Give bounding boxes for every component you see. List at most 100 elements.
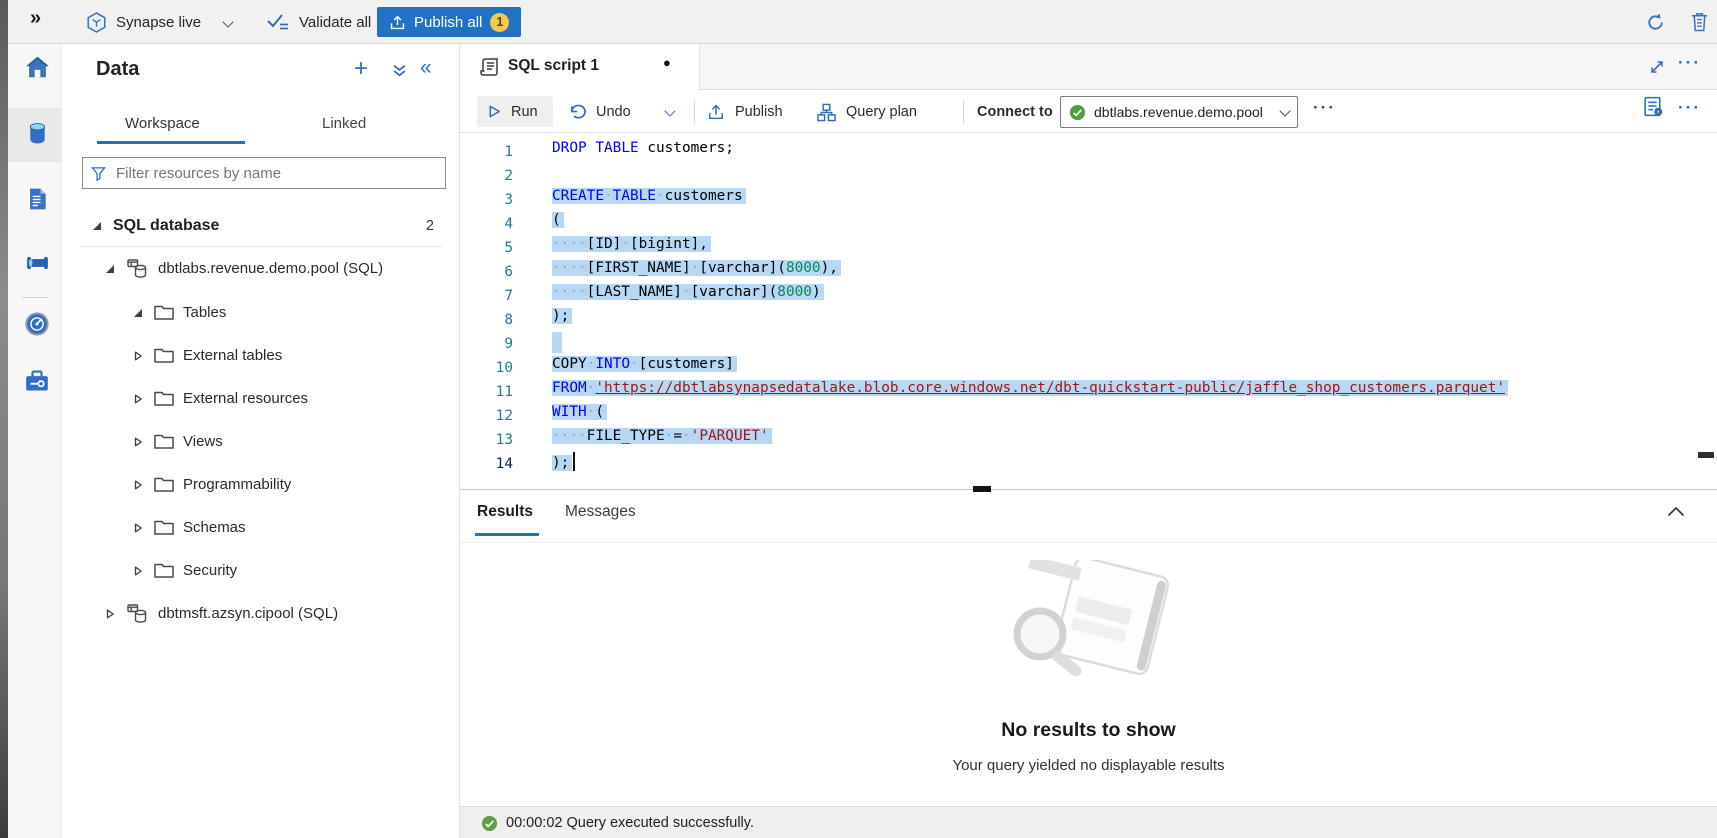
tree-item-programmability[interactable]: Programmability — [62, 463, 458, 506]
tree-item-label: External tables — [183, 347, 282, 364]
folder-icon — [154, 347, 174, 364]
line-number: 7 — [460, 284, 513, 308]
tree-item-dbtmsft-azsyn-cipool-sql[interactable]: dbtmsft.azsyn.cipool (SQL) — [62, 592, 458, 635]
code-line[interactable]: COPY·INTO·[customers] — [552, 356, 737, 380]
line-number: 14 — [460, 452, 513, 476]
tree-item-tables[interactable]: Tables — [62, 291, 458, 334]
gauge-icon — [23, 310, 51, 338]
validate-check-icon — [266, 12, 290, 33]
tab-results[interactable]: Results — [477, 503, 533, 521]
code-line[interactable]: ····[LAST_NAME]·[varchar](8000) — [552, 284, 824, 308]
pipeline-icon — [23, 250, 52, 276]
collapse-all-chevrons-icon[interactable] — [392, 63, 407, 78]
nav-data-button[interactable] — [20, 116, 54, 152]
line-number: 5 — [460, 236, 513, 260]
expand-node-icon[interactable] — [133, 480, 145, 490]
publish-all-button[interactable]: Publish all 1 — [377, 7, 521, 37]
collapse-node-icon[interactable] — [105, 264, 117, 274]
tree-item-views[interactable]: Views — [62, 420, 458, 463]
filter-resources-input[interactable] — [114, 164, 437, 183]
undo-dropdown-chevron-icon[interactable] — [666, 107, 674, 115]
code-line[interactable]: ); — [552, 452, 575, 476]
window-edge-strip — [0, 0, 8, 838]
tree-item-dbtlabs-revenue-demo-pool-sql[interactable]: dbtlabs.revenue.demo.pool (SQL) — [62, 247, 458, 290]
expand-node-icon[interactable] — [133, 437, 145, 447]
code-line[interactable]: ····FILE_TYPE·=·'PARQUET' — [552, 428, 772, 452]
view-settings-icon[interactable] — [1642, 95, 1665, 118]
query-plan-flowchart-icon — [817, 103, 836, 122]
empty-state-title: No results to show — [460, 719, 1717, 742]
tab-more-actions-button[interactable]: ··· — [1678, 53, 1701, 73]
unsaved-changes-dot: ● — [663, 55, 671, 70]
collapse-panel-button[interactable]: « — [420, 56, 432, 80]
synapse-studio-window: » Synapse live Validate all Publish all … — [0, 0, 1717, 838]
publish-button[interactable]: Publish — [707, 91, 783, 133]
validate-all-button[interactable]: Validate all — [266, 0, 371, 44]
document-icon — [24, 185, 50, 213]
line-number: 1 — [460, 140, 513, 164]
collapse-node-icon[interactable] — [133, 308, 145, 318]
nav-develop-button[interactable] — [20, 181, 54, 217]
line-number: 3 — [460, 188, 513, 212]
nav-home-button[interactable] — [20, 49, 54, 85]
nav-integrate-button[interactable] — [20, 245, 54, 281]
expand-sidebar-chevrons[interactable]: » — [30, 7, 41, 30]
code-editor[interactable]: 1234567891011121314 DROP TABLE customers… — [460, 133, 1717, 489]
undo-label: Undo — [596, 104, 631, 120]
folder-icon — [154, 390, 174, 407]
connection-select[interactable]: dbtlabs.revenue.demo.pool — [1060, 96, 1298, 128]
tree-item-label: External resources — [183, 390, 308, 407]
tree-item-external-tables[interactable]: External tables — [62, 334, 458, 377]
toolbar-more-button[interactable]: ··· — [1678, 98, 1701, 118]
line-number: 9 — [460, 332, 513, 356]
line-number: 13 — [460, 428, 513, 452]
line-number: 10 — [460, 356, 513, 380]
run-button[interactable]: Run — [477, 96, 553, 127]
expand-node-icon[interactable] — [133, 351, 145, 361]
refresh-button[interactable] — [1645, 12, 1666, 33]
item-count: 2 — [426, 218, 434, 234]
tab-workspace[interactable]: Workspace — [125, 115, 200, 132]
panel-resize-handle[interactable] — [973, 486, 991, 492]
code-line[interactable]: CREATE·TABLE·customers — [552, 188, 746, 212]
code-line[interactable]: ( — [552, 212, 564, 236]
expand-node-icon[interactable] — [133, 523, 145, 533]
expand-editor-icon[interactable] — [1648, 58, 1666, 76]
code-line[interactable]: DROP TABLE customers; — [552, 140, 734, 164]
query-plan-button[interactable]: Query plan — [817, 91, 917, 133]
discard-all-trash-icon[interactable] — [1690, 11, 1709, 32]
undo-button[interactable]: Undo — [568, 91, 631, 133]
tree-item-label: Programmability — [183, 476, 291, 493]
active-tab-underline — [97, 141, 245, 144]
expand-node-icon[interactable] — [133, 566, 145, 576]
tree-item-external-resources[interactable]: External resources — [62, 377, 458, 420]
code-line[interactable] — [552, 332, 562, 356]
add-resource-button[interactable]: + — [354, 55, 368, 83]
tab-messages[interactable]: Messages — [565, 503, 636, 521]
tree-item-security[interactable]: Security — [62, 549, 458, 592]
tree-item-label: dbtlabs.revenue.demo.pool (SQL) — [158, 260, 383, 277]
play-icon — [487, 104, 502, 119]
home-icon — [23, 53, 52, 81]
tree-item-label: Schemas — [183, 519, 246, 536]
tree-item-schemas[interactable]: Schemas — [62, 506, 458, 549]
tab-linked[interactable]: Linked — [322, 115, 366, 132]
nav-monitor-button[interactable] — [20, 306, 54, 342]
expand-node-icon[interactable] — [105, 609, 117, 619]
folder-icon — [154, 519, 174, 536]
code-line[interactable]: ); — [552, 308, 572, 332]
code-line[interactable]: FROM·'https://dbtlabsynapsedatalake.blob… — [552, 380, 1508, 404]
code-line[interactable]: ····[ID]·[bigint], — [552, 236, 711, 260]
tree-item-sql-database[interactable]: SQL database2 — [62, 204, 458, 247]
environment-dropdown-chevron-icon[interactable] — [224, 18, 232, 26]
expand-node-icon[interactable] — [133, 394, 145, 404]
environment-switcher[interactable]: Synapse live — [86, 0, 201, 44]
tree-item-label: Security — [183, 562, 237, 579]
connection-more-button[interactable]: ··· — [1313, 98, 1336, 118]
code-line[interactable]: WITH·( — [552, 404, 607, 428]
collapse-node-icon[interactable] — [92, 221, 104, 231]
tree-item-label: Views — [183, 433, 223, 450]
code-line[interactable]: ····[FIRST_NAME]·[varchar](8000), — [552, 260, 841, 284]
collapse-results-chevron-icon[interactable] — [1667, 506, 1685, 517]
nav-manage-button[interactable] — [20, 363, 54, 399]
